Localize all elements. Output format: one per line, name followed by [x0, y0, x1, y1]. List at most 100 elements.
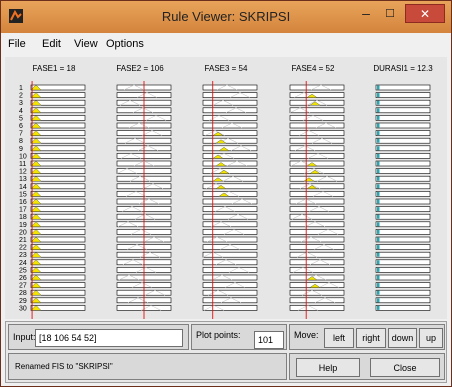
output-bar	[377, 267, 380, 272]
rule-number: 16	[19, 199, 27, 206]
status-panel: Renamed FIS to "SKRIPSI"	[8, 353, 287, 380]
output-bar	[377, 169, 380, 174]
menu-options[interactable]: Options	[106, 38, 144, 50]
output-bar	[377, 115, 380, 120]
rule-cell	[375, 198, 431, 205]
rule-plots[interactable]: FASE1 = 18 FASE2 = 106 FASE3 = 54 FASE4 = 5…	[5, 57, 447, 319]
rule-cell	[202, 259, 258, 266]
rule-number: 18	[19, 214, 27, 221]
output-bar	[377, 93, 380, 98]
rule-plot-area[interactable]: FASE1 = 18 FASE2 = 106 FASE3 = 54 FASE4 = 5…	[5, 57, 447, 319]
title-bar: Rule Viewer: SKRIPSI – ☐ ✕	[1, 1, 451, 33]
rule-cell	[375, 175, 431, 182]
rule-number: 3	[19, 100, 23, 107]
rule-number: 25	[19, 267, 27, 274]
rule-cell	[375, 251, 431, 258]
status-text: Renamed FIS to "SKRIPSI"	[15, 362, 113, 371]
move-label: Move:	[294, 330, 319, 340]
menu-edit[interactable]: Edit	[42, 38, 61, 50]
help-button[interactable]: Help	[296, 358, 360, 377]
menu-view[interactable]: View	[74, 38, 98, 50]
column-header: DURASI1 = 12.3	[373, 64, 433, 73]
output-bar	[377, 229, 380, 234]
rule-cell	[202, 130, 258, 136]
rule-number: 5	[19, 115, 23, 122]
output-bar	[377, 138, 380, 143]
rule-cell	[375, 289, 431, 296]
input-panel: Input: [18 106 54 52]	[8, 324, 189, 350]
rule-number: 17	[19, 207, 27, 214]
rule-cell	[202, 289, 258, 296]
rule-cell	[375, 115, 431, 121]
output-bar	[377, 275, 380, 280]
rule-cell	[202, 160, 258, 167]
menu-file[interactable]: File	[8, 38, 26, 50]
rule-number: 2	[19, 93, 23, 100]
rule-cell	[289, 115, 345, 121]
rule-cell	[202, 153, 258, 159]
close-icon[interactable]: ✕	[405, 4, 445, 23]
rule-cell	[202, 305, 258, 311]
rule-number: 8	[19, 138, 23, 145]
move-up-button[interactable]: up	[419, 328, 443, 348]
move-right-button[interactable]: right	[356, 328, 386, 348]
column-header: FASE1 = 18	[33, 64, 76, 73]
input-field[interactable]: [18 106 54 52]	[35, 329, 183, 347]
rule-cell	[202, 244, 258, 250]
minimize-icon[interactable]: –	[357, 6, 375, 23]
output-bar	[377, 100, 380, 105]
move-left-button[interactable]: left	[324, 328, 354, 348]
rule-number: 15	[19, 191, 27, 198]
output-bar	[377, 245, 380, 250]
output-bar	[377, 290, 380, 295]
rule-cell	[375, 297, 431, 304]
rule-cell	[375, 206, 431, 212]
close-button[interactable]: Close	[370, 358, 440, 377]
rule-cell	[289, 84, 345, 91]
rule-number: 20	[19, 229, 27, 236]
output-bar	[377, 108, 380, 113]
plot-points-panel: Plot points: 101	[191, 324, 287, 350]
rule-cell	[375, 213, 431, 220]
output-bar	[377, 184, 380, 189]
rule-cell	[289, 183, 345, 190]
move-down-button[interactable]: down	[388, 328, 417, 348]
output-bar	[377, 252, 380, 257]
output-bar	[377, 222, 380, 227]
output-bar	[377, 298, 380, 303]
rule-number: 12	[19, 169, 27, 176]
rule-cell	[202, 198, 258, 205]
rule-cell	[375, 92, 431, 98]
output-bar	[377, 305, 380, 310]
maximize-icon[interactable]: ☐	[381, 7, 399, 23]
rule-cell	[289, 160, 345, 167]
rule-number: 26	[19, 275, 27, 282]
rule-cell	[375, 305, 431, 311]
output-bar	[377, 131, 380, 136]
control-panel: Input: [18 106 54 52] Plot points: 101 M…	[5, 321, 447, 383]
rule-cell	[375, 191, 431, 197]
rule-number: 7	[19, 131, 23, 138]
rule-number: 4	[19, 108, 23, 115]
rule-cell	[375, 168, 431, 174]
output-bar	[377, 214, 380, 219]
rule-cell	[202, 175, 258, 182]
rule-cell	[375, 259, 431, 266]
plot-points-field[interactable]: 101	[254, 331, 284, 349]
rule-cell	[289, 92, 345, 98]
output-bar	[377, 283, 380, 288]
rule-cell	[375, 282, 431, 288]
rule-number: 9	[19, 146, 23, 153]
rule-number: 14	[19, 184, 27, 191]
rule-cell	[202, 107, 258, 114]
output-bar	[377, 85, 380, 90]
rule-cell	[375, 107, 431, 114]
output-bar	[377, 199, 380, 204]
column-header: FASE4 = 52	[292, 64, 335, 73]
output-bar	[377, 153, 380, 158]
rule-number: 23	[19, 252, 27, 259]
action-panel: Help Close	[289, 353, 445, 380]
rule-cell	[289, 244, 345, 250]
rule-number: 10	[19, 153, 27, 160]
rule-cell	[289, 259, 345, 266]
